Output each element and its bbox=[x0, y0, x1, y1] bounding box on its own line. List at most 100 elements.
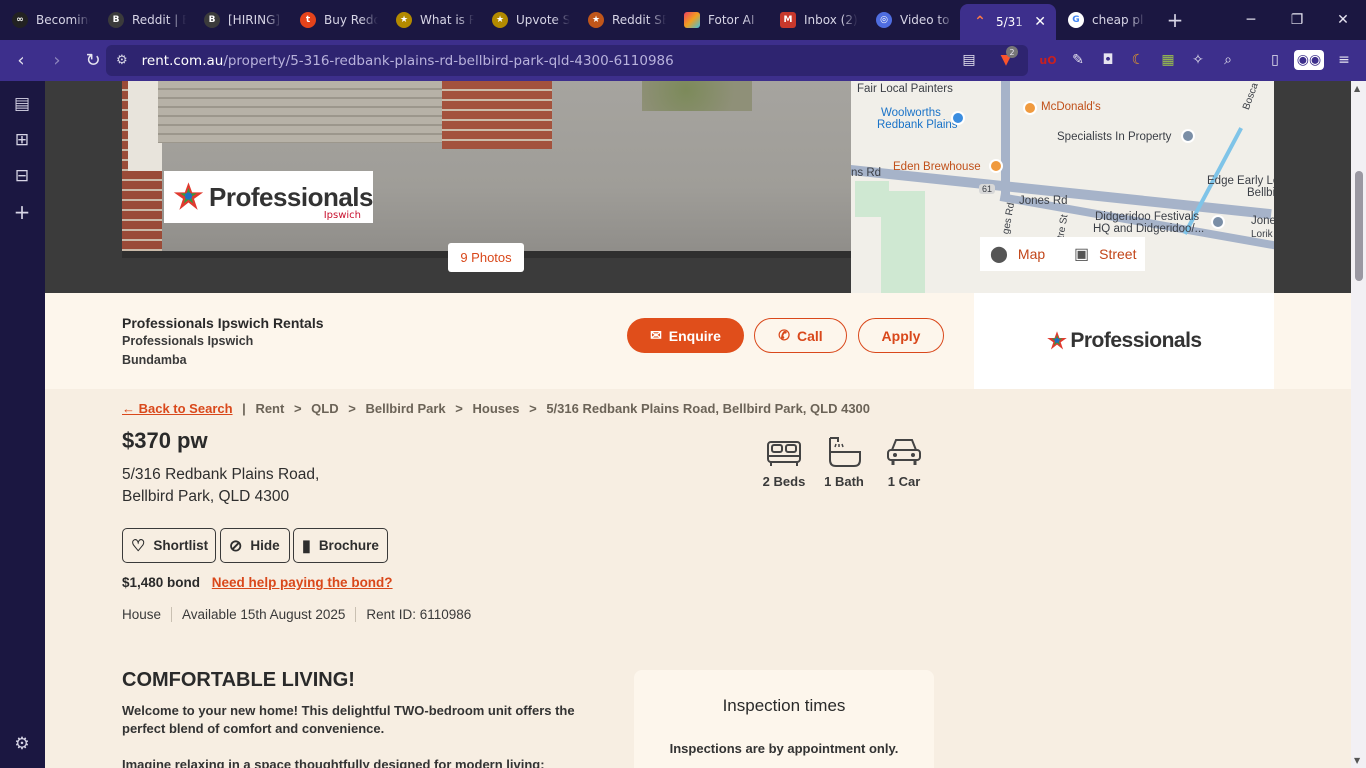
map-view-button[interactable]: ⬤ Map bbox=[980, 237, 1064, 271]
photos-button[interactable]: 9 Photos bbox=[448, 243, 524, 272]
rent-icon: ⌃ bbox=[974, 14, 986, 30]
shortlist-button[interactable]: ♡ Shortlist bbox=[122, 528, 216, 563]
browser-tab[interactable]: ∞ Becoming bbox=[0, 4, 96, 36]
garage-door bbox=[158, 81, 458, 143]
listing-description: Welcome to your new home! This delightfu… bbox=[122, 703, 575, 736]
fotor-icon bbox=[684, 12, 700, 28]
bedrooms-feature: 2 Beds bbox=[754, 436, 814, 489]
reload-icon: ↻ bbox=[85, 50, 101, 71]
extension-icon[interactable]: ▦ bbox=[1158, 50, 1178, 70]
bookmarks-icon[interactable]: ⊞ bbox=[11, 129, 33, 151]
browser-tab-active[interactable]: ⌃ 5/31 ✕ bbox=[960, 4, 1056, 40]
shopping-pin-icon[interactable] bbox=[951, 111, 965, 125]
sidebar-toggle-icon[interactable]: ▯ bbox=[1265, 50, 1285, 70]
address-bar[interactable]: ⚙ rent.com.au/property/5-316-redbank-pla… bbox=[106, 45, 1028, 76]
reddit-badge-icon: B bbox=[204, 12, 220, 28]
brick-wall bbox=[442, 81, 552, 149]
heart-icon: ♡ bbox=[131, 537, 146, 555]
scroll-down-icon[interactable]: ▼ bbox=[1354, 756, 1360, 765]
close-window-button[interactable]: ✕ bbox=[1320, 0, 1366, 40]
page-scrollbar[interactable]: ▲ ▼ bbox=[1351, 81, 1366, 768]
eyedropper-icon[interactable]: ✎ bbox=[1068, 50, 1088, 70]
book-icon[interactable]: ⊟ bbox=[11, 165, 33, 187]
place-pin-icon[interactable] bbox=[1211, 215, 1225, 229]
new-tab-button[interactable]: + bbox=[1160, 8, 1190, 32]
arrow-left-icon: ‹ bbox=[17, 50, 25, 71]
bond-help-link[interactable]: Need help paying the bond? bbox=[212, 575, 393, 590]
browser-tab[interactable]: B Reddit | B bbox=[96, 4, 192, 36]
white-post bbox=[128, 81, 162, 171]
street-view-button[interactable]: ▣ Street bbox=[1064, 237, 1145, 271]
t-logo-icon: t bbox=[300, 12, 316, 28]
browser-tab[interactable]: Fotor AI bbox=[672, 4, 768, 36]
rent-id: Rent ID: 6110986 bbox=[355, 607, 481, 622]
settings-gear-icon[interactable]: ⚙ bbox=[11, 733, 33, 755]
browser-tab[interactable]: M Inbox (2) bbox=[768, 4, 864, 36]
brochure-button[interactable]: ▮ Brochure bbox=[293, 528, 388, 563]
hide-button[interactable]: ⊘ Hide bbox=[220, 528, 290, 563]
forward-button[interactable]: › bbox=[42, 46, 72, 76]
browser-tab[interactable]: Gcheap pl bbox=[1056, 4, 1152, 36]
listing-meta: House Available 15th August 2025 Rent ID… bbox=[122, 607, 481, 622]
place-pin-icon[interactable] bbox=[1181, 129, 1195, 143]
road bbox=[1001, 81, 1010, 201]
extension-icon[interactable]: ◘ bbox=[1098, 50, 1118, 70]
scroll-up-icon[interactable]: ▲ bbox=[1354, 84, 1360, 93]
dark-mode-icon[interactable]: ☾ bbox=[1128, 50, 1148, 70]
inspection-title: Inspection times bbox=[722, 696, 846, 715]
bar-pin-icon[interactable] bbox=[989, 159, 1003, 173]
agency-bar: Professionals Ipswich Rentals Profession… bbox=[45, 293, 1351, 389]
compass-icon: ◎ bbox=[876, 12, 892, 28]
minimize-button[interactable]: ─ bbox=[1228, 0, 1274, 40]
browser-tab[interactable]: ★ Upvote S bbox=[480, 4, 576, 36]
browser-tab[interactable]: ★ What is R bbox=[384, 4, 480, 36]
breadcrumb: ← Back to Search | Rent > QLD > Bellbird… bbox=[122, 401, 871, 416]
scrollbar-thumb[interactable] bbox=[1355, 171, 1363, 281]
restaurant-pin-icon[interactable] bbox=[1023, 101, 1037, 115]
apply-button[interactable]: Apply bbox=[858, 318, 944, 353]
maximize-button[interactable]: ❐ bbox=[1274, 0, 1320, 40]
reload-button[interactable]: ↻ bbox=[78, 46, 108, 76]
menu-icon[interactable]: ≡ bbox=[1334, 50, 1354, 70]
badge-icon: ★ bbox=[588, 12, 604, 28]
profile-glasses-icon[interactable]: ◉◉ bbox=[1294, 50, 1324, 70]
puzzle-icon[interactable]: ✧ bbox=[1188, 50, 1208, 70]
back-button[interactable]: ‹ bbox=[6, 46, 36, 76]
agency-name[interactable]: Professionals Ipswich Rentals bbox=[122, 315, 324, 331]
agency-logo-overlay: Professionals Ipswich bbox=[164, 171, 374, 223]
reading-list-icon[interactable]: ▤ bbox=[11, 93, 33, 115]
breadcrumb-item[interactable]: QLD bbox=[311, 401, 338, 416]
back-to-search-link[interactable]: ← Back to Search bbox=[122, 401, 233, 416]
browser-tab[interactable]: ◎ Video to bbox=[864, 4, 960, 36]
browser-tab[interactable]: t Buy Redd bbox=[288, 4, 384, 36]
badge-icon: ★ bbox=[396, 12, 412, 28]
breadcrumb-item: 5/316 Redbank Plains Road, Bellbird Park… bbox=[546, 401, 871, 416]
browser-tab[interactable]: ★ Reddit SE bbox=[576, 4, 672, 36]
breadcrumb-item[interactable]: Rent bbox=[255, 401, 284, 416]
enquire-button[interactable]: ✉ Enquire bbox=[627, 318, 744, 353]
bath-icon bbox=[829, 437, 861, 467]
parking-feature: 1 Car bbox=[874, 436, 934, 489]
site-info-icon[interactable]: ⚙ bbox=[116, 53, 128, 68]
street-view-icon: ▣ bbox=[1074, 246, 1090, 263]
phone-icon: ✆ bbox=[778, 327, 791, 343]
agency-logo[interactable]: Professionals bbox=[974, 293, 1274, 389]
listing-description: Imagine relaxing in a space thoughtfully… bbox=[122, 757, 545, 768]
listing-heading: COMFORTABLE LIVING! bbox=[122, 669, 355, 691]
search-panel-icon[interactable]: ⌕ bbox=[1218, 50, 1238, 70]
ublock-icon[interactable]: uO bbox=[1038, 50, 1058, 70]
call-button[interactable]: ✆ Call bbox=[754, 318, 847, 353]
google-icon: G bbox=[1068, 12, 1084, 28]
page-content: Professionals Ipswich 9 Photos Fair Loca… bbox=[45, 81, 1351, 768]
breadcrumb-item[interactable]: Bellbird Park bbox=[365, 401, 445, 416]
browser-tab[interactable]: B [HIRING] bbox=[192, 4, 288, 36]
reddit-badge-icon: B bbox=[108, 12, 124, 28]
star-logo-icon bbox=[1047, 331, 1068, 350]
reader-mode-icon[interactable]: ▤ bbox=[959, 50, 979, 70]
property-photo[interactable]: Professionals Ipswich bbox=[122, 81, 851, 258]
infinity-icon: ∞ bbox=[12, 12, 28, 28]
property-type: House bbox=[122, 607, 162, 622]
breadcrumb-item[interactable]: Houses bbox=[473, 401, 520, 416]
close-tab-icon[interactable]: ✕ bbox=[1034, 14, 1046, 30]
add-panel-icon[interactable]: + bbox=[11, 200, 33, 224]
